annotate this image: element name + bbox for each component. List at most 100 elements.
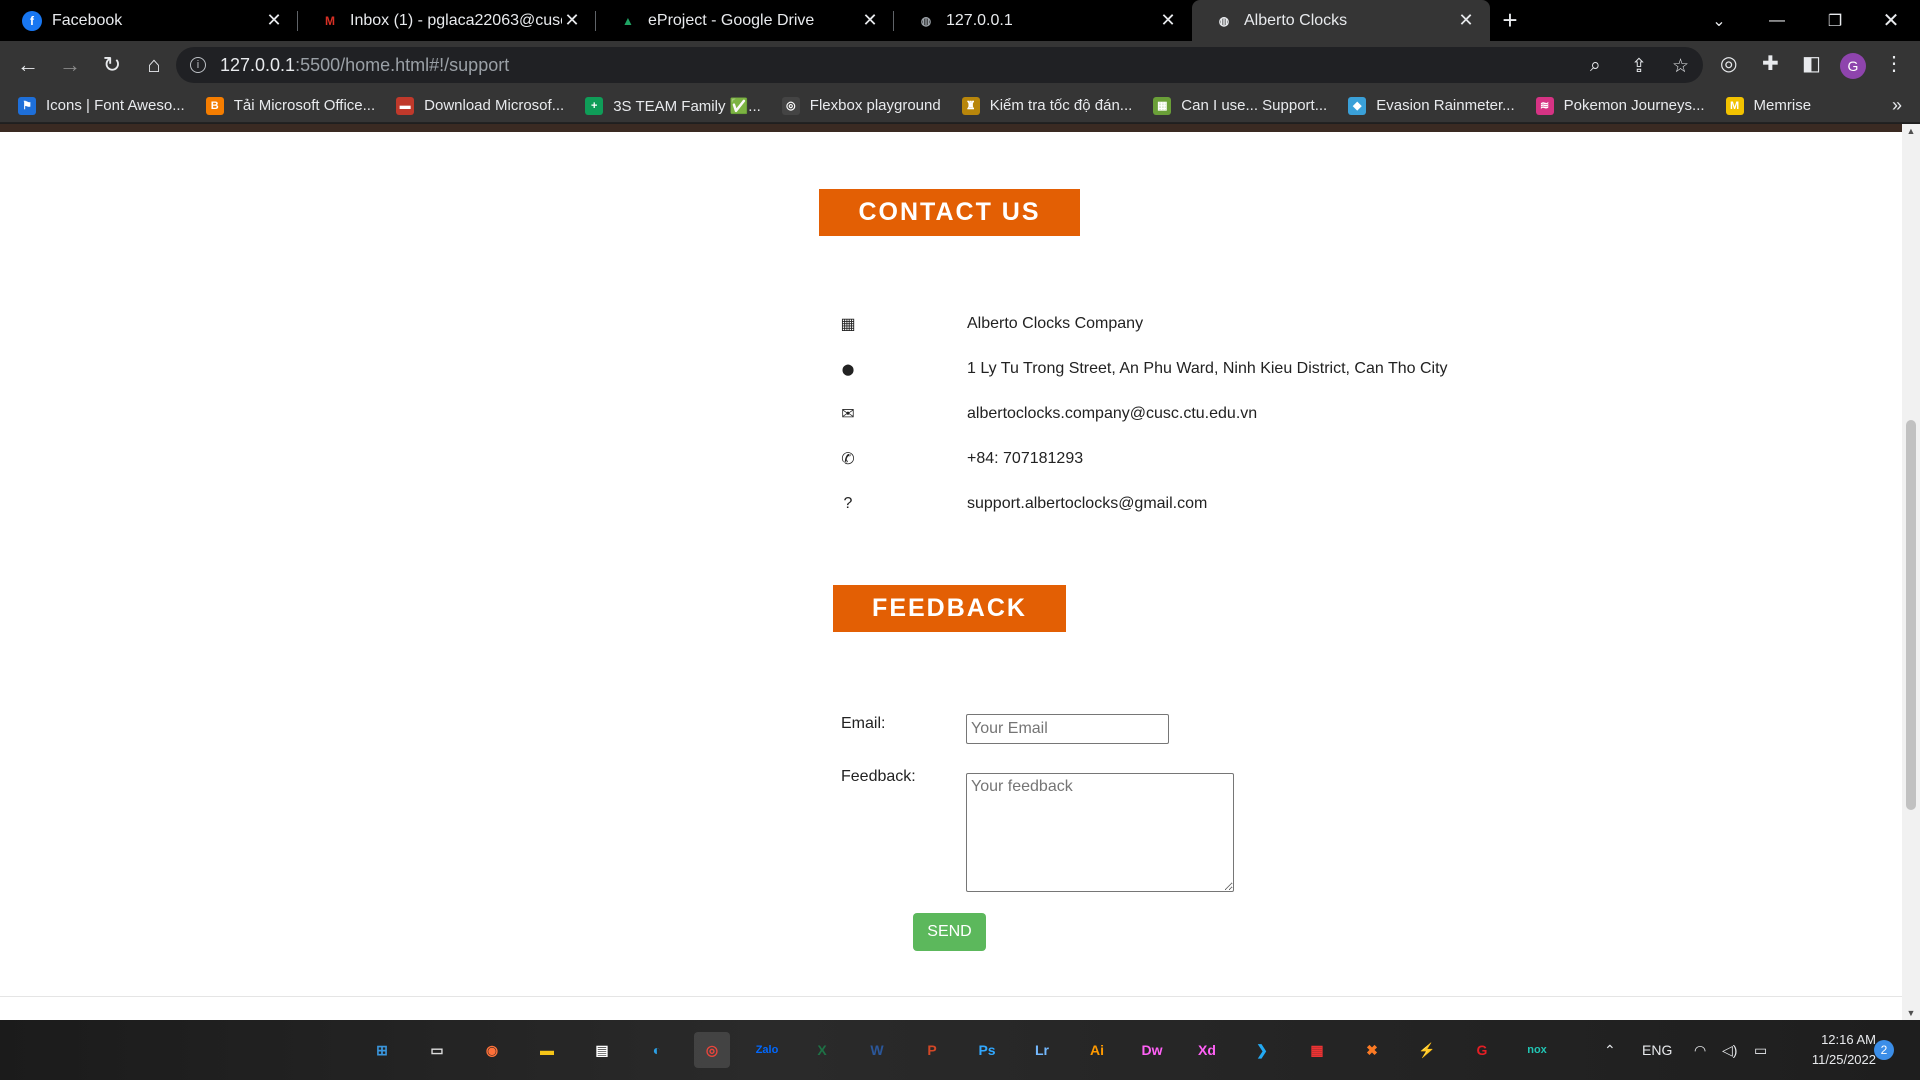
illustrator-icon[interactable]: Ai [1079,1032,1115,1068]
gmail-icon: M [325,13,335,28]
page-scrollbar[interactable]: ▲ ▼ [1902,124,1920,1020]
contact-text: support.albertoclocks@gmail.com [967,495,1208,512]
phone-icon: ✆ [841,451,855,468]
vscode-icon[interactable]: ❯ [1244,1032,1280,1068]
tab-4[interactable]: ◍ Alberto Clocks ✕ [1192,0,1490,41]
firefox-icon[interactable]: ◉ [474,1032,510,1068]
tab-2[interactable]: ▲ eProject - Google Drive ✕ [596,0,894,41]
bookmark-item[interactable]: ≋ Pokemon Journeys... [1535,96,1705,115]
bookmarks-bar: ⚑ Icons | Font Aweso... B Tải Microsoft Off… [0,89,1920,123]
browser-toolbar: ← → ↻ ⌂ i 127.0.0.1:5500/home.html#!/sup… [0,41,1920,89]
zoom-icon[interactable]: ⌕ [1590,55,1601,77]
url-host: 127.0.0.1 [220,54,296,75]
tab-3[interactable]: ◍ 127.0.0.1 ✕ [894,0,1192,41]
nox-icon[interactable]: nox [1519,1032,1555,1068]
bookmark-star-icon[interactable]: ☆ [1672,55,1689,78]
powerpoint-icon[interactable]: P [914,1032,950,1068]
extensions-icon[interactable]: ✚ [1762,51,1779,76]
restore-button[interactable]: ❐ [1806,0,1864,41]
bookmark-item[interactable]: ▬ Download Microsof... [396,96,564,115]
teams-icon[interactable]: ▤ [584,1032,620,1068]
close-tab-icon[interactable]: ✕ [562,10,582,31]
zalo-icon[interactable]: Zalo [749,1032,785,1068]
home-button[interactable]: ⌂ [134,45,174,85]
share-icon[interactable]: ⇪ [1631,55,1647,78]
bookmark-item[interactable]: B Tải Microsoft Office... [205,96,375,115]
close-tab-icon[interactable]: ✕ [264,10,284,31]
envelope-icon: ✉ [841,406,855,423]
feedback-heading: FEEDBACK [833,585,1066,632]
map-marker-icon: ⬤ [841,363,855,376]
volume-icon[interactable]: ◁) [1722,1020,1737,1080]
bookmark-label: Pokemon Journeys... [1563,97,1705,114]
lightroom-icon[interactable]: Lr [1024,1032,1060,1068]
profile-avatar[interactable]: G [1840,53,1866,79]
chrome-icon[interactable]: ◎ [694,1032,730,1068]
bookmark-item[interactable]: ⚑ Icons | Font Aweso... [18,96,185,115]
reload-button[interactable]: ↻ [92,45,132,85]
winrar-icon[interactable]: ▦ [1299,1032,1335,1068]
tab-title: Alberto Clocks [1244,11,1348,29]
dreamweaver-icon[interactable]: Dw [1134,1032,1170,1068]
bookmark-label: Evasion Rainmeter... [1376,97,1515,114]
edge-icon[interactable]: ◐ [639,1032,675,1068]
address-bar[interactable]: i 127.0.0.1:5500/home.html#!/support ⌕ ⇪… [176,47,1703,83]
language-indicator[interactable]: ENG [1642,1020,1672,1080]
more-bookmarks-icon[interactable]: » [1892,95,1902,116]
bookmark-item[interactable]: ◆ Evasion Rainmeter... [1348,96,1515,115]
bookmark-item[interactable]: +3S TEAM Family ✅... [585,96,761,115]
xd-icon[interactable]: Xd [1189,1032,1225,1068]
photoshop-icon[interactable]: Ps [969,1032,1005,1068]
minimize-button[interactable]: — [1748,0,1806,41]
site-info-icon[interactable]: i [190,57,206,73]
bookmark-favicon-icon: ≋ [1535,96,1554,115]
tab-search-icon[interactable]: ⌄ [1690,0,1748,41]
bookmark-item[interactable]: ▦ Can I use... Support... [1153,96,1327,115]
windows-start-icon[interactable]: ⊞ [364,1032,400,1068]
garena-icon[interactable]: G [1464,1032,1500,1068]
file-explorer-icon[interactable]: ▬ [529,1032,565,1068]
windows-taskbar: ⊞ ▭ ◉ ▬ ▤ ◐ ◎ Zalo X W P Ps Lr Ai Dw Xd ❯ ▦ ✖ ⚡ Gnox ⌃ ENG ◠… [0,1020,1920,1080]
send-button[interactable]: SEND [913,913,986,951]
new-tab-button[interactable]: + [1490,0,1530,41]
battery-icon[interactable]: ▭ [1754,1020,1767,1080]
bookmark-item[interactable]: ◎ Flexbox playground [781,96,941,115]
scroll-up-arrow[interactable]: ▲ [1902,126,1920,136]
compass-extension-icon[interactable]: ◎ [1720,51,1737,76]
close-tab-icon[interactable]: ✕ [1456,10,1476,31]
building-icon: ▦ [840,316,856,333]
contact-text: +84: 707181293 [967,450,1084,467]
back-button[interactable]: ← [8,45,48,85]
bookmark-favicon-icon: ◎ [781,96,800,115]
bookmark-label: Memrise [1753,97,1812,114]
xampp-icon[interactable]: ✖ [1354,1032,1390,1068]
tab-0[interactable]: f Facebook ✕ [0,0,298,41]
bookmark-favicon-icon: ⚑ [18,96,36,115]
close-tab-icon[interactable]: ✕ [1158,10,1178,31]
tab-title: 127.0.0.1 [946,11,1013,29]
contact-row: ⬤ 1 Ly Tu Trong Street, An Phu Ward, Ninh… [838,354,1458,384]
bookmark-item[interactable]: M Memrise [1725,96,1812,115]
word-icon[interactable]: W [859,1032,895,1068]
show-hidden-icons[interactable]: ⌃ [1604,1020,1616,1080]
bookmark-favicon-icon: ♜ [961,96,980,115]
system-clock[interactable]: 12:16 AM 11/25/2022 [1786,1030,1876,1070]
side-panel-icon[interactable]: ◧ [1802,51,1821,76]
task-view-icon[interactable]: ▭ [419,1032,455,1068]
menu-icon[interactable]: ⋮ [1884,51,1904,76]
contact-us-heading: CONTACT US [819,189,1080,236]
excel-icon[interactable]: X [804,1032,840,1068]
tab-1[interactable]: M Inbox (1) - pglaca22063@cusc.ctu✕ [298,0,596,41]
feedback-textarea[interactable] [966,773,1234,892]
bookmark-item[interactable]: ♜ Kiểm tra tốc độ đán... [961,96,1132,115]
wifi-icon[interactable]: ◠ [1694,1020,1706,1080]
notification-badge[interactable]: 2 [1874,1040,1894,1060]
scroll-thumb[interactable] [1906,420,1916,810]
email-field[interactable] [966,714,1169,744]
scroll-down-arrow[interactable]: ▼ [1902,1008,1920,1018]
close-window-button[interactable]: ✕ [1862,0,1920,41]
close-tab-icon[interactable]: ✕ [860,10,880,31]
clock-date: 11/25/2022 [1811,1052,1876,1067]
app-yellow-icon[interactable]: ⚡ [1409,1032,1445,1068]
forward-button[interactable]: → [50,45,90,85]
